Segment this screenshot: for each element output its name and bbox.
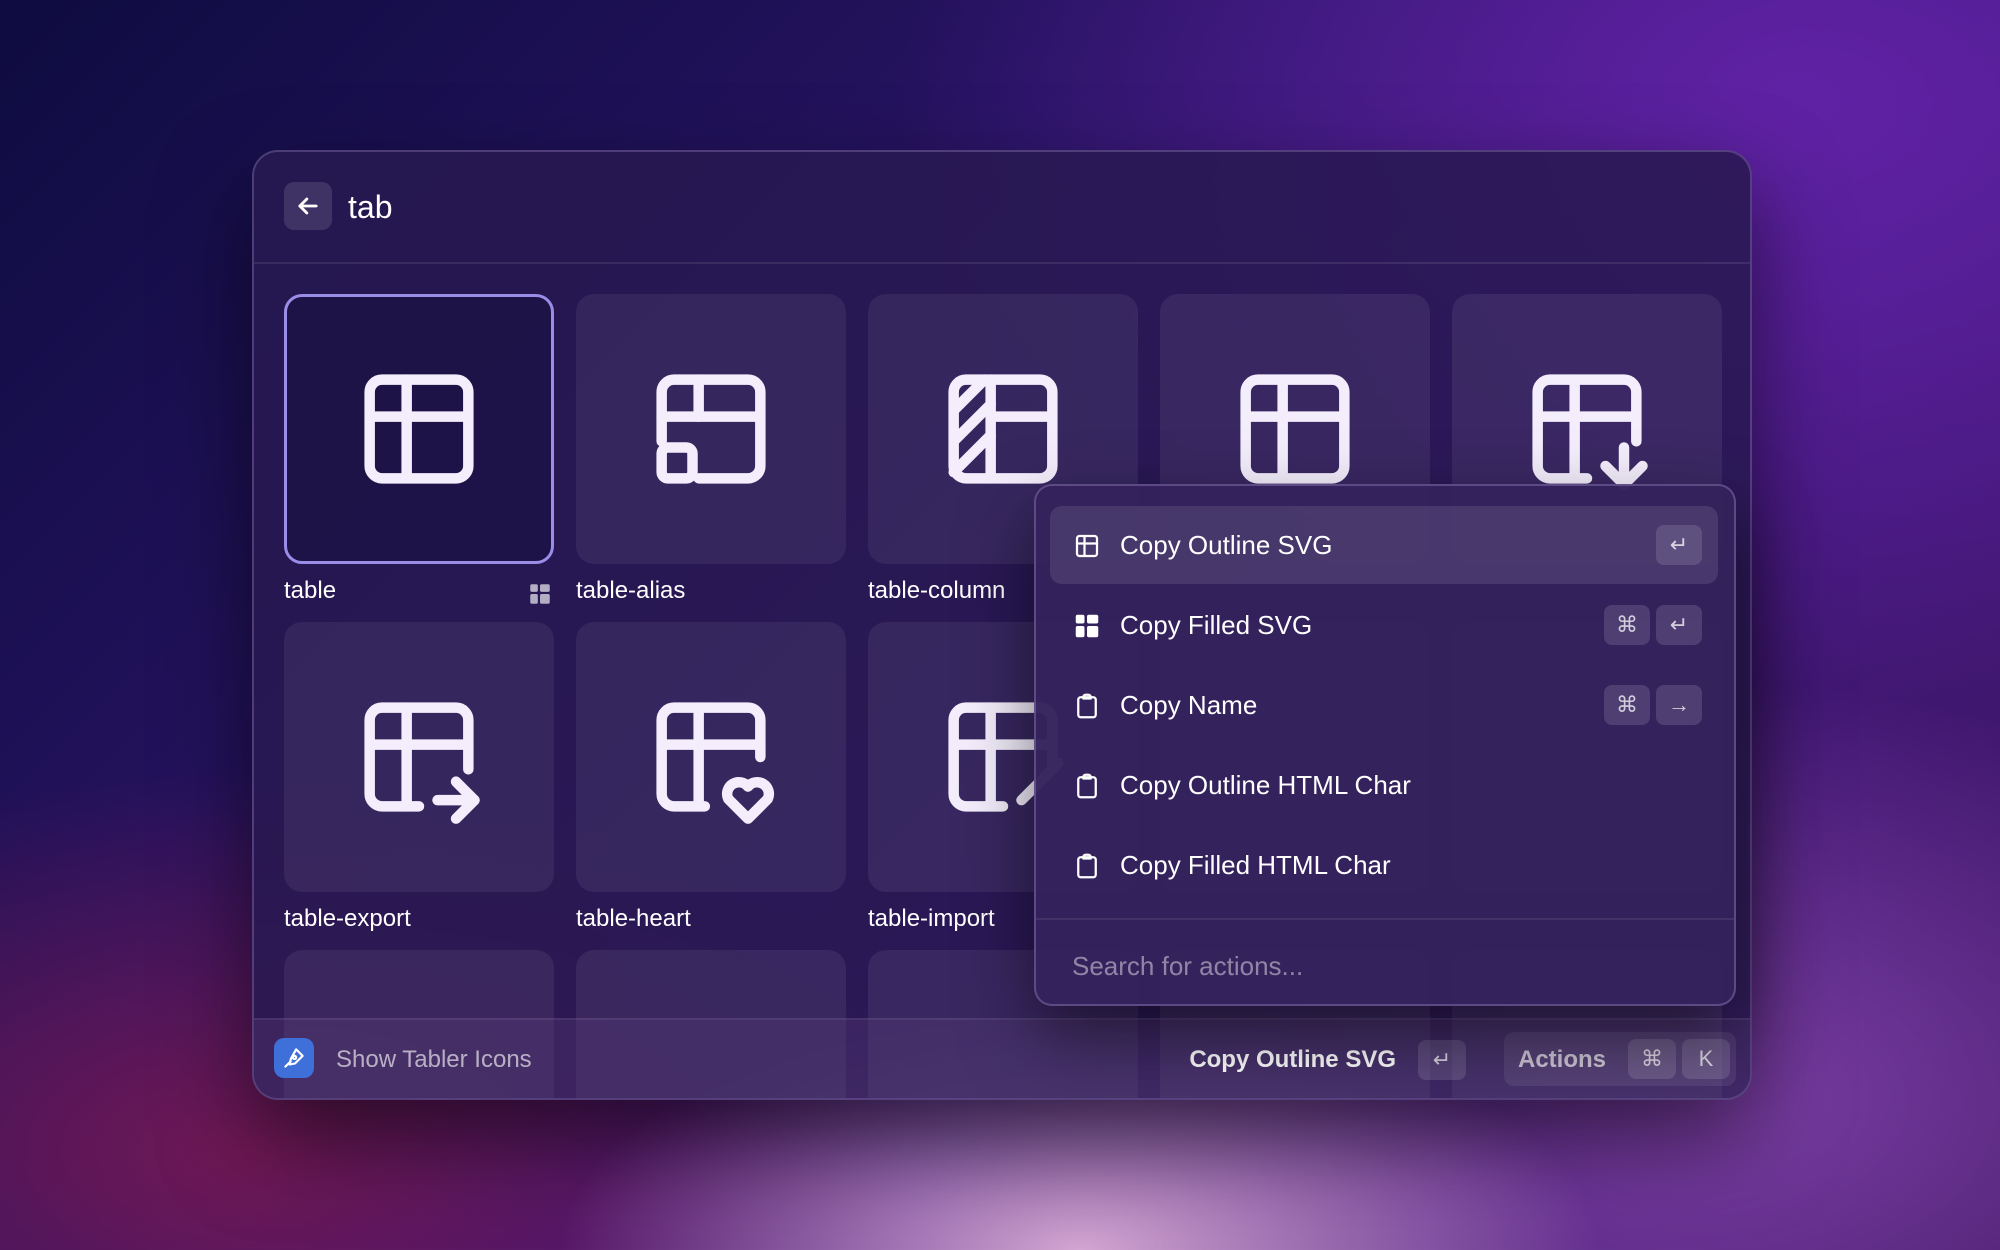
menu-item-label: Copy Outline HTML Char — [1120, 770, 1411, 800]
arrow-left-icon — [298, 197, 318, 215]
extension-icon — [274, 1038, 314, 1078]
action-search-input[interactable] — [1070, 938, 1694, 994]
pen-nib-icon — [284, 1048, 304, 1068]
command-key-hint: ⌘ — [1628, 1039, 1676, 1079]
back-button[interactable] — [284, 182, 332, 230]
menu-item-label: Copy Outline SVG — [1120, 530, 1333, 560]
table-icon — [1075, 534, 1099, 558]
table-icon — [1240, 374, 1350, 484]
extension-name: Show Tabler Icons — [336, 1046, 532, 1073]
tile-label-table-export: table-export — [284, 905, 411, 932]
search-header — [254, 152, 1750, 264]
menu-item-label: Copy Filled HTML Char — [1120, 850, 1391, 880]
action-bar: Show Tabler Icons Copy Outline SVG ↵ Act… — [254, 1018, 1750, 1098]
menu-item-label: Copy Name — [1120, 690, 1258, 720]
arrow-right-key-hint: → — [1656, 685, 1702, 725]
table-column-icon — [948, 374, 1058, 484]
icon-tile-table[interactable] — [284, 294, 554, 564]
command-key-hint: ⌘ — [1604, 605, 1650, 645]
primary-action-button[interactable]: Copy Outline SVG — [1189, 1046, 1396, 1074]
table-heart-icon — [656, 702, 775, 824]
icon-tile-table-alias[interactable] — [576, 294, 846, 564]
menu-item-copy-outline-html-char[interactable]: Copy Outline HTML Char — [1050, 746, 1718, 824]
menu-item-copy-filled-svg[interactable]: Copy Filled SVG ⌘ ↵ — [1050, 586, 1718, 664]
table-export-icon — [364, 702, 480, 824]
menu-item-copy-outline-svg[interactable]: Copy Outline SVG ↵ — [1050, 506, 1718, 584]
table-alias-icon — [656, 374, 766, 484]
command-key-hint: ⌘ — [1604, 685, 1650, 725]
clipboard-icon — [1077, 853, 1097, 879]
clipboard-icon — [1077, 773, 1097, 799]
search-input[interactable] — [346, 180, 1250, 234]
tile-label-table-alias: table-alias — [576, 577, 686, 604]
table-down-icon — [1532, 374, 1648, 490]
menu-item-copy-name[interactable]: Copy Name ⌘ → — [1050, 666, 1718, 744]
k-key-hint: K — [1682, 1039, 1730, 1079]
menu-item-copy-filled-html-char[interactable]: Copy Filled HTML Char — [1050, 826, 1718, 904]
table-icon — [364, 374, 474, 484]
actions-label: Actions — [1518, 1046, 1607, 1073]
menu-item-label: Copy Filled SVG — [1120, 610, 1313, 640]
divider — [1036, 918, 1734, 920]
actions-menu: Copy Outline SVG ↵ Copy Filled SVG ⌘ ↵ C… — [1034, 484, 1736, 1006]
icon-tile-table-heart[interactable] — [576, 622, 846, 892]
enter-key-hint: ↵ — [1656, 525, 1702, 565]
filled-variant-icon — [530, 584, 550, 604]
actions-button[interactable]: Actions ⌘ K — [1504, 1032, 1736, 1086]
enter-key-hint: ↵ — [1418, 1040, 1466, 1080]
tile-label-table-heart: table-heart — [576, 905, 691, 932]
tile-label-table: table — [284, 577, 337, 604]
clipboard-icon — [1077, 693, 1097, 719]
icon-tile-table-export[interactable] — [284, 622, 554, 892]
table-filled-icon — [1075, 614, 1099, 638]
enter-key-hint: ↵ — [1656, 605, 1702, 645]
